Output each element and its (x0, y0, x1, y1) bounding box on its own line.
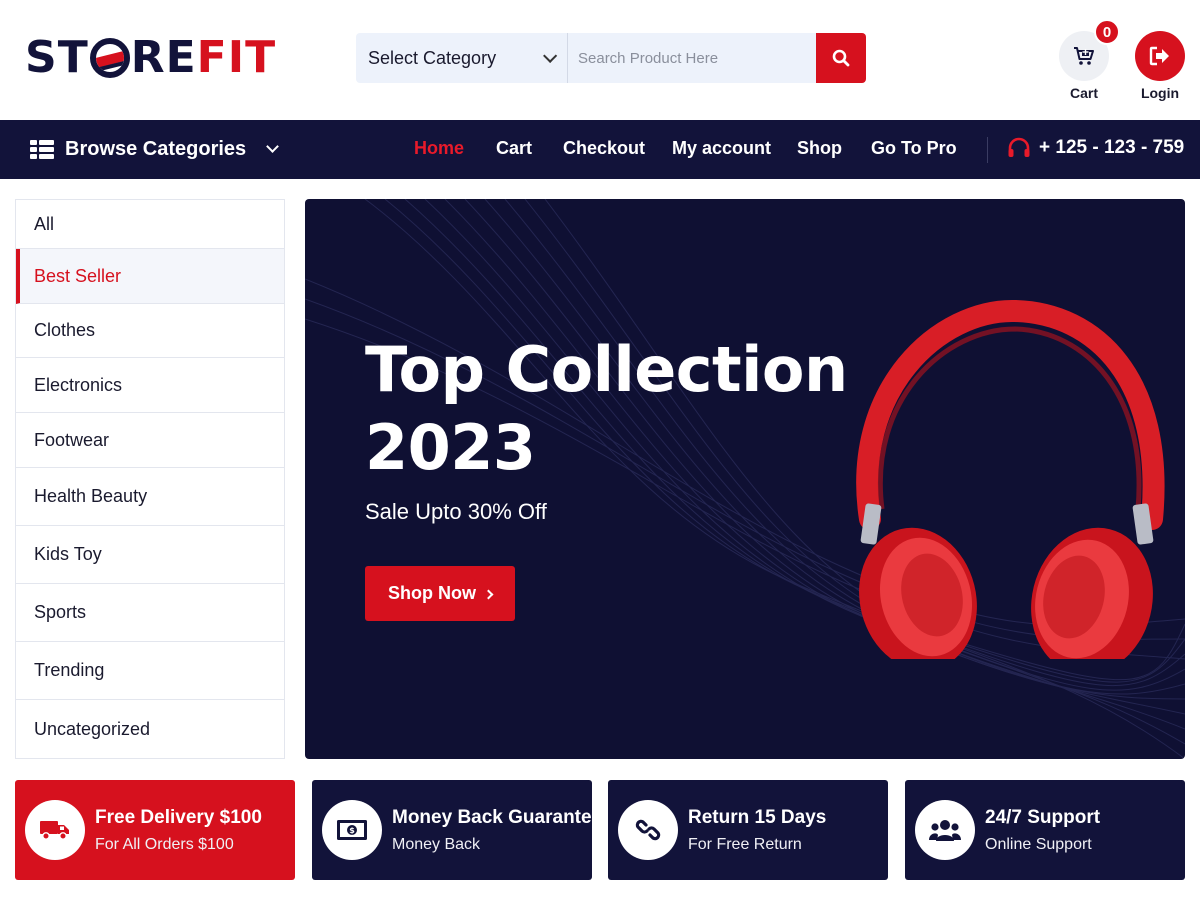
nav-link-cart[interactable]: Cart (496, 138, 532, 159)
hero-title-line1: Top Collection (365, 333, 848, 406)
cart-label: Cart (1069, 85, 1098, 101)
cart-button[interactable]: 0 (1059, 19, 1120, 81)
category-sidebar: All Best Seller Clothes Electronics Foot… (15, 199, 285, 759)
nav-link-go-to-pro[interactable]: Go To Pro (871, 138, 957, 159)
nav-link-my-account[interactable]: My account (672, 138, 771, 159)
sidebar-item-footwear[interactable]: Footwear (16, 413, 284, 468)
browse-categories-label: Browse Categories (65, 138, 247, 160)
feature-return: Return 15 Days For Free Return (608, 780, 888, 880)
feature-title: Free Delivery $100 (95, 806, 262, 828)
phone-number: + 125 - 123 - 759 (1039, 137, 1185, 158)
browse-categories-toggle[interactable]: Browse Categories (30, 120, 285, 179)
category-select[interactable]: Select Category (356, 33, 568, 83)
menu-grid-icon (30, 139, 54, 160)
sidebar-item-trending[interactable]: Trending (16, 642, 284, 700)
search-bar: Select Category (356, 33, 866, 83)
sidebar-item-clothes[interactable]: Clothes (16, 304, 284, 358)
logo-text-st: ST (25, 32, 89, 83)
logo-text-fit: FIT (196, 32, 277, 83)
link-icon (635, 819, 661, 841)
shop-now-label: Shop Now (388, 583, 476, 603)
sidebar-item-all[interactable]: All (16, 200, 284, 249)
money-icon: $ (337, 820, 367, 840)
nav-link-checkout[interactable]: Checkout (563, 138, 645, 159)
category-select-label: Select Category (368, 47, 497, 68)
hero-banner: Top Collection 2023 Sale Upto 30% Off Sh… (305, 199, 1185, 759)
svg-text:$: $ (349, 826, 355, 835)
sidebar-item-uncategorized[interactable]: Uncategorized (16, 700, 284, 758)
top-header: ST RE FIT Select Category Search Product… (0, 0, 1200, 120)
hero-title: Top Collection 2023 (365, 331, 848, 487)
feature-title: Return 15 Days (688, 806, 827, 828)
sidebar-item-sports[interactable]: Sports (16, 584, 284, 642)
truck-icon (40, 821, 69, 840)
feature-support: 24/7 Support Online Support (905, 780, 1185, 880)
headset-icon (1008, 137, 1030, 157)
feature-subtitle: For All Orders $100 (95, 835, 234, 853)
feature-subtitle: Money Back (392, 835, 481, 853)
search-icon (832, 49, 850, 67)
chevron-right-icon (483, 589, 494, 599)
logo-globe-icon (89, 38, 130, 78)
search-input[interactable] (568, 33, 816, 83)
feature-title: Money Back Guarantee (392, 806, 603, 828)
sign-in-icon (1149, 46, 1169, 66)
sidebar-item-kids-toy[interactable]: Kids Toy (16, 526, 284, 584)
cart-action[interactable]: 0 Cart (1054, 19, 1120, 101)
nav-divider (987, 137, 988, 163)
hero-subtitle: Sale Upto 30% Off (365, 499, 547, 524)
feature-icon-circle (915, 800, 975, 860)
feature-icon-circle: $ (322, 800, 382, 860)
logo-text-re: RE (130, 32, 197, 83)
login-action[interactable]: Login (1130, 31, 1190, 101)
login-button[interactable] (1135, 31, 1185, 81)
feature-icon-circle (25, 800, 85, 860)
feature-free-delivery: Free Delivery $100 For All Orders $100 (15, 780, 295, 880)
cart-count-badge: 0 (1094, 19, 1120, 45)
main-navbar: Browse Categories Home Cart Checkout My … (0, 120, 1200, 179)
nav-link-home[interactable]: Home (414, 138, 464, 159)
phone-contact[interactable]: + 125 - 123 - 759 (1007, 137, 1184, 159)
login-label: Login (1140, 85, 1180, 101)
feature-subtitle: For Free Return (688, 835, 802, 853)
shop-now-button[interactable]: Shop Now (365, 566, 515, 621)
search-button[interactable] (816, 33, 866, 83)
chevron-down-icon (266, 140, 279, 153)
store-logo[interactable]: ST RE FIT (25, 34, 276, 82)
headphones-image (856, 299, 1165, 659)
nav-link-shop[interactable]: Shop (797, 138, 842, 159)
sidebar-item-best-seller[interactable]: Best Seller (16, 249, 284, 304)
hero-title-line2: 2023 (365, 411, 536, 484)
users-icon (929, 820, 961, 841)
sidebar-item-electronics[interactable]: Electronics (16, 358, 284, 413)
feature-subtitle: Online Support (985, 835, 1092, 853)
feature-icon-circle (618, 800, 678, 860)
chevron-down-icon (543, 48, 558, 63)
cart-icon (1074, 47, 1094, 65)
sidebar-item-health-beauty[interactable]: Health Beauty (16, 468, 284, 526)
feature-title: 24/7 Support (985, 806, 1101, 828)
feature-money-back: $ Money Back Guarantee Money Back (312, 780, 602, 880)
